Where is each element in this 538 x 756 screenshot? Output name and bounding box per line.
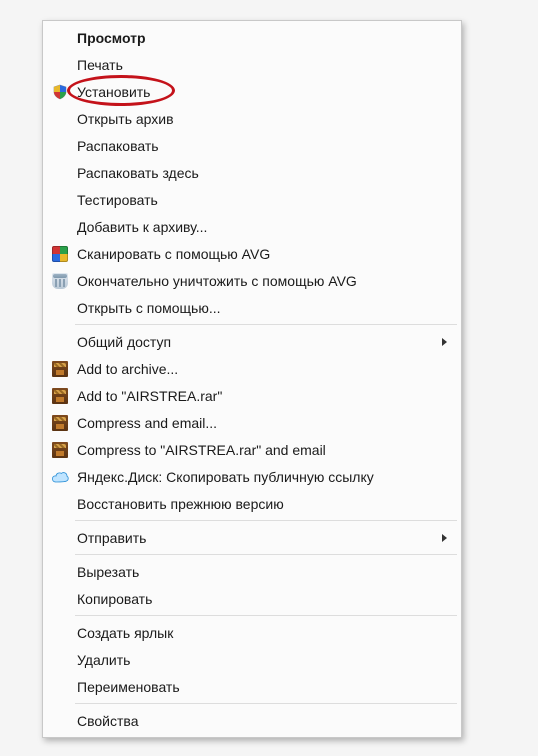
icon-empty <box>49 622 71 644</box>
icon-empty <box>49 527 71 549</box>
menu-separator <box>75 703 457 704</box>
menu-item-compress-named-email[interactable]: Compress to "AIRSTREA.rar" and email <box>45 436 459 463</box>
icon-empty <box>49 493 71 515</box>
menu-item-add-to-archive[interactable]: Add to archive... <box>45 355 459 382</box>
menu-item-label: Add to archive... <box>77 361 453 377</box>
menu-item-properties[interactable]: Свойства <box>45 707 459 734</box>
menu-item-extract-here[interactable]: Распаковать здесь <box>45 159 459 186</box>
menu-item-copy[interactable]: Копировать <box>45 585 459 612</box>
cloud-icon <box>49 466 71 488</box>
winrar-icon <box>49 385 71 407</box>
menu-item-label: Общий доступ <box>77 334 442 350</box>
menu-item-avg-scan[interactable]: Сканировать с помощью AVG <box>45 240 459 267</box>
menu-item-label: Переименовать <box>77 679 453 695</box>
menu-item-label: Просмотр <box>77 30 453 46</box>
menu-item-view[interactable]: Просмотр <box>45 24 459 51</box>
menu-item-cut[interactable]: Вырезать <box>45 558 459 585</box>
menu-item-yadisk-copy-link[interactable]: Яндекс.Диск: Скопировать публичную ссылк… <box>45 463 459 490</box>
avg-icon <box>49 243 71 265</box>
icon-empty <box>49 189 71 211</box>
menu-item-label: Копировать <box>77 591 453 607</box>
icon-empty <box>49 108 71 130</box>
shield-icon <box>49 81 71 103</box>
menu-item-add-to-archive-ru[interactable]: Добавить к архиву... <box>45 213 459 240</box>
icon-empty <box>49 676 71 698</box>
submenu-arrow-icon <box>442 338 447 346</box>
menu-item-label: Окончательно уничтожить с помощью AVG <box>77 273 453 289</box>
menu-item-print[interactable]: Печать <box>45 51 459 78</box>
menu-item-delete[interactable]: Удалить <box>45 646 459 673</box>
menu-item-extract[interactable]: Распаковать <box>45 132 459 159</box>
menu-item-label: Свойства <box>77 713 453 729</box>
menu-separator <box>75 554 457 555</box>
menu-item-open-archive[interactable]: Открыть архив <box>45 105 459 132</box>
icon-empty <box>49 588 71 610</box>
menu-item-sharing[interactable]: Общий доступ <box>45 328 459 355</box>
menu-item-label: Восстановить прежнюю версию <box>77 496 453 512</box>
icon-empty <box>49 216 71 238</box>
menu-item-label: Яндекс.Диск: Скопировать публичную ссылк… <box>77 469 453 485</box>
menu-item-label: Тестировать <box>77 192 453 208</box>
menu-item-label: Добавить к архиву... <box>77 219 453 235</box>
winrar-icon <box>49 439 71 461</box>
menu-item-label: Распаковать здесь <box>77 165 453 181</box>
icon-empty <box>49 54 71 76</box>
menu-item-label: Распаковать <box>77 138 453 154</box>
menu-item-label: Печать <box>77 57 453 73</box>
menu-item-avg-shred[interactable]: Окончательно уничтожить с помощью AVG <box>45 267 459 294</box>
menu-item-label: Удалить <box>77 652 453 668</box>
menu-item-test[interactable]: Тестировать <box>45 186 459 213</box>
icon-empty <box>49 162 71 184</box>
icon-empty <box>49 297 71 319</box>
menu-item-restore-previous[interactable]: Восстановить прежнюю версию <box>45 490 459 517</box>
icon-empty <box>49 135 71 157</box>
menu-item-label: Compress to "AIRSTREA.rar" and email <box>77 442 453 458</box>
submenu-arrow-icon <box>442 534 447 542</box>
menu-separator <box>75 324 457 325</box>
menu-item-open-with[interactable]: Открыть с помощью... <box>45 294 459 321</box>
winrar-icon <box>49 358 71 380</box>
menu-item-label: Установить <box>77 84 453 100</box>
shred-icon <box>49 270 71 292</box>
menu-separator <box>75 520 457 521</box>
menu-item-label: Compress and email... <box>77 415 453 431</box>
menu-item-label: Открыть с помощью... <box>77 300 453 316</box>
menu-item-label: Add to "AIRSTREA.rar" <box>77 388 453 404</box>
menu-item-create-shortcut[interactable]: Создать ярлык <box>45 619 459 646</box>
icon-empty <box>49 561 71 583</box>
winrar-icon <box>49 412 71 434</box>
icon-empty <box>49 27 71 49</box>
menu-separator <box>75 615 457 616</box>
menu-item-label: Создать ярлык <box>77 625 453 641</box>
menu-item-install[interactable]: Установить <box>45 78 459 105</box>
icon-empty <box>49 331 71 353</box>
menu-item-label: Сканировать с помощью AVG <box>77 246 453 262</box>
icon-empty <box>49 649 71 671</box>
context-menu: Просмотр Печать Установить Открыть архив Рас… <box>42 20 462 738</box>
menu-item-label: Отправить <box>77 530 442 546</box>
menu-item-add-to-named-rar[interactable]: Add to "AIRSTREA.rar" <box>45 382 459 409</box>
menu-item-label: Вырезать <box>77 564 453 580</box>
menu-item-send-to[interactable]: Отправить <box>45 524 459 551</box>
menu-item-label: Открыть архив <box>77 111 453 127</box>
icon-empty <box>49 710 71 732</box>
menu-item-compress-email[interactable]: Compress and email... <box>45 409 459 436</box>
menu-item-rename[interactable]: Переименовать <box>45 673 459 700</box>
